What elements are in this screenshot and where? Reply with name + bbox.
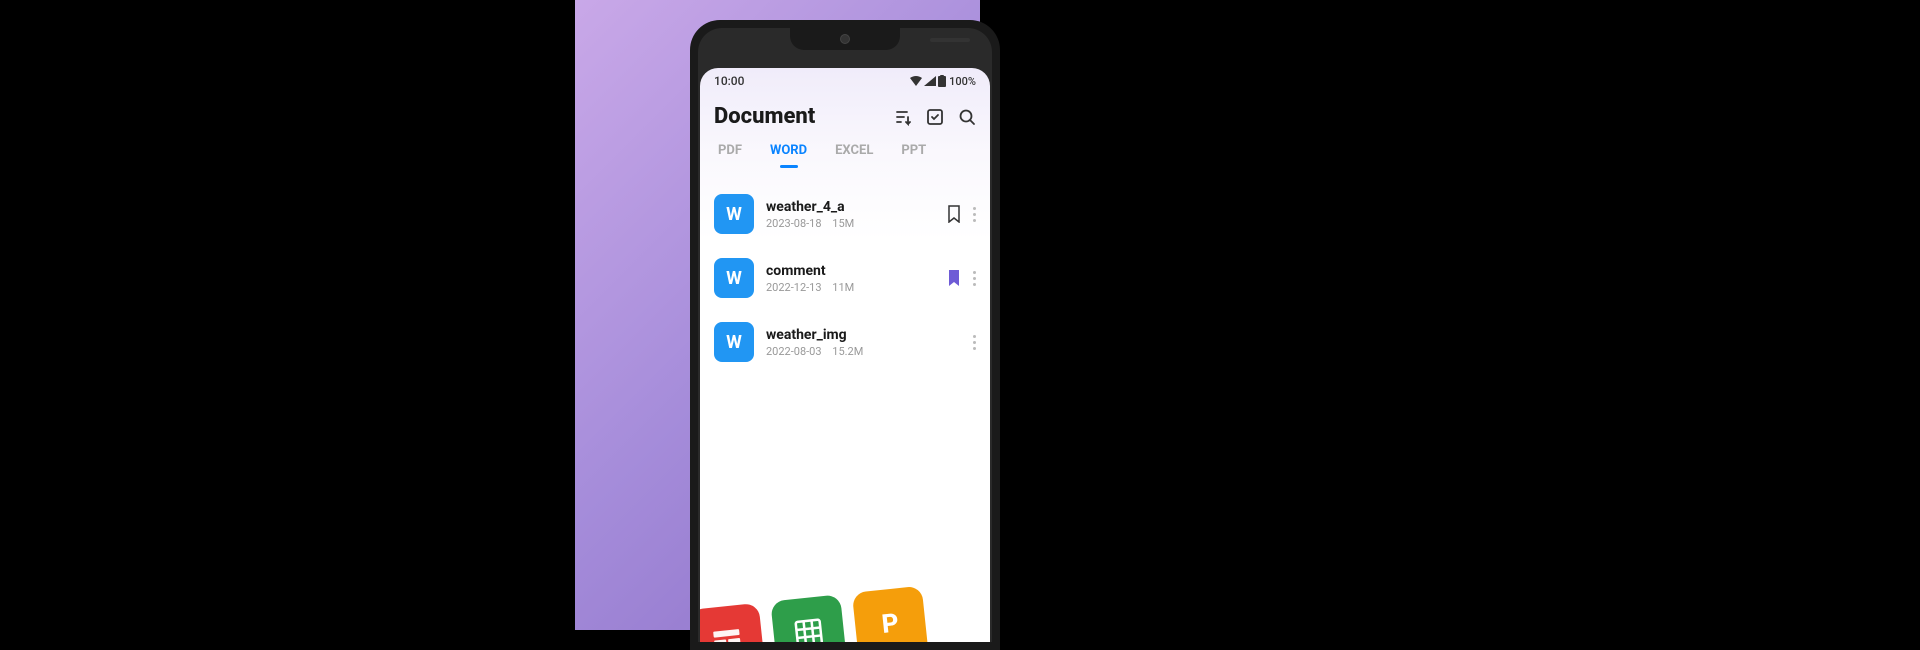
- app-header: Document: [700, 94, 990, 135]
- file-meta: 2022-12-13 11M: [766, 281, 935, 294]
- file-item[interactable]: W comment 2022-12-13 11M: [714, 246, 976, 310]
- file-actions: [973, 335, 976, 350]
- word-file-icon: W: [714, 194, 754, 234]
- battery-icon: [938, 75, 946, 87]
- wifi-icon: [910, 76, 922, 86]
- pdf-app-tile: [700, 603, 766, 642]
- file-size: 15M: [832, 217, 854, 230]
- more-icon[interactable]: [973, 271, 976, 286]
- tab-word[interactable]: WORD: [770, 143, 807, 168]
- file-size: 15.2M: [832, 345, 863, 358]
- file-size: 11M: [832, 281, 854, 294]
- page-title: Document: [714, 104, 815, 129]
- bookmark-filled-icon[interactable]: [947, 269, 961, 287]
- file-list: W weather_4_a 2023-08-18 15M W: [700, 168, 990, 374]
- word-file-icon: W: [714, 322, 754, 362]
- battery-percent: 100%: [949, 75, 976, 88]
- search-icon[interactable]: [958, 108, 976, 126]
- file-type-tabs: PDF WORD EXCEL PPT: [700, 135, 990, 168]
- file-date: 2022-08-03: [766, 345, 822, 358]
- sort-icon[interactable]: [894, 108, 912, 126]
- file-info: weather_4_a 2023-08-18 15M: [766, 199, 935, 230]
- file-name: weather_4_a: [766, 199, 935, 215]
- file-info: weather_img 2022-08-03 15.2M: [766, 327, 961, 358]
- front-camera: [840, 34, 850, 44]
- file-date: 2022-12-13: [766, 281, 822, 294]
- word-file-icon: W: [714, 258, 754, 298]
- status-bar: 10:00 100%: [700, 68, 990, 94]
- speaker-grill: [930, 38, 970, 42]
- file-name: comment: [766, 263, 935, 279]
- tab-ppt[interactable]: PPT: [901, 143, 926, 168]
- phone-notch: [790, 28, 900, 50]
- signal-icon: [924, 76, 936, 86]
- file-meta: 2022-08-03 15.2M: [766, 345, 961, 358]
- app-tiles-row: W P: [700, 586, 929, 642]
- more-icon[interactable]: [973, 207, 976, 222]
- phone-screen: 10:00 100% Document PDF WORD: [700, 68, 990, 642]
- file-info: comment 2022-12-13 11M: [766, 263, 935, 294]
- file-actions: [947, 269, 976, 287]
- file-meta: 2023-08-18 15M: [766, 217, 935, 230]
- ppt-app-tile: P: [852, 586, 929, 642]
- phone-inner: 10:00 100% Document PDF WORD: [698, 28, 992, 642]
- tab-excel[interactable]: EXCEL: [835, 143, 873, 168]
- phone-frame: 10:00 100% Document PDF WORD: [690, 20, 1000, 650]
- more-icon[interactable]: [973, 335, 976, 350]
- file-actions: [947, 205, 976, 223]
- file-item[interactable]: W weather_img 2022-08-03 15.2M: [714, 310, 976, 374]
- status-right: 100%: [910, 75, 976, 88]
- excel-app-tile: [770, 594, 847, 642]
- file-item[interactable]: W weather_4_a 2023-08-18 15M: [714, 182, 976, 246]
- bookmark-icon[interactable]: [947, 205, 961, 223]
- file-name: weather_img: [766, 327, 961, 343]
- tab-pdf[interactable]: PDF: [718, 143, 742, 168]
- status-time: 10:00: [714, 74, 744, 88]
- file-date: 2023-08-18: [766, 217, 822, 230]
- header-actions: [894, 108, 976, 126]
- select-icon[interactable]: [926, 108, 944, 126]
